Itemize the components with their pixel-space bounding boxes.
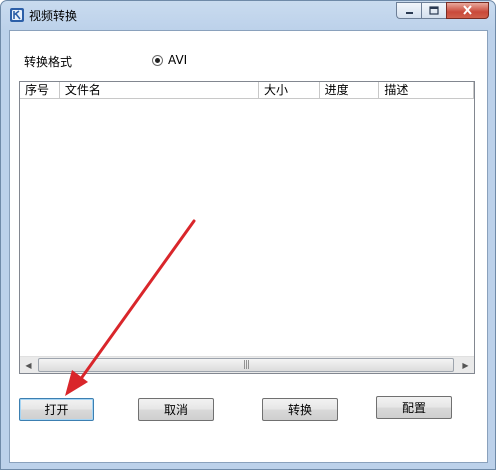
close-button[interactable] bbox=[446, 2, 489, 19]
avi-radio-label: AVI bbox=[168, 53, 188, 67]
maximize-icon bbox=[429, 4, 439, 18]
col-header-filename[interactable]: 文件名 bbox=[59, 82, 259, 99]
scroll-thumb[interactable]: ||| bbox=[38, 358, 454, 372]
config-button[interactable]: 配置 bbox=[376, 396, 452, 419]
grip-icon: ||| bbox=[242, 360, 250, 370]
window-title: 视频转换 bbox=[29, 9, 78, 23]
scroll-right-icon: ▶ bbox=[462, 360, 469, 370]
file-list[interactable]: 序号 文件名 大小 进度 描述 ◀ ||| ▶ bbox=[19, 81, 475, 374]
close-icon bbox=[462, 4, 473, 18]
col-header-size[interactable]: 大小 bbox=[258, 82, 320, 99]
config-button-label: 配置 bbox=[401, 401, 426, 415]
minimize-button[interactable] bbox=[396, 2, 421, 19]
open-button[interactable]: 打开 bbox=[19, 398, 94, 421]
scroll-left-button[interactable]: ◀ bbox=[20, 357, 37, 373]
cancel-button-label: 取消 bbox=[163, 403, 188, 417]
caption-buttons bbox=[396, 2, 489, 20]
convert-button[interactable]: 转换 bbox=[262, 398, 338, 421]
col-header-description[interactable]: 描述 bbox=[379, 82, 474, 99]
horizontal-scrollbar[interactable]: ◀ ||| ▶ bbox=[20, 356, 474, 373]
avi-radio[interactable] bbox=[152, 54, 163, 66]
col-header-progress[interactable]: 进度 bbox=[319, 82, 380, 99]
title-bar[interactable]: 视频转换 bbox=[1, 1, 495, 29]
minimize-icon bbox=[405, 4, 414, 18]
format-option-avi[interactable]: AVI bbox=[152, 53, 187, 67]
scroll-left-icon: ◀ bbox=[25, 360, 32, 370]
format-label: 转换格式 bbox=[24, 55, 73, 69]
open-button-label: 打开 bbox=[44, 403, 69, 417]
cancel-button[interactable]: 取消 bbox=[138, 398, 214, 421]
maximize-button[interactable] bbox=[421, 2, 446, 19]
scroll-right-button[interactable]: ▶ bbox=[457, 357, 474, 373]
col-header-index[interactable]: 序号 bbox=[20, 82, 60, 99]
convert-button-label: 转换 bbox=[287, 403, 312, 417]
list-header: 序号 文件名 大小 进度 描述 bbox=[20, 82, 474, 99]
app-video-icon bbox=[9, 7, 25, 23]
